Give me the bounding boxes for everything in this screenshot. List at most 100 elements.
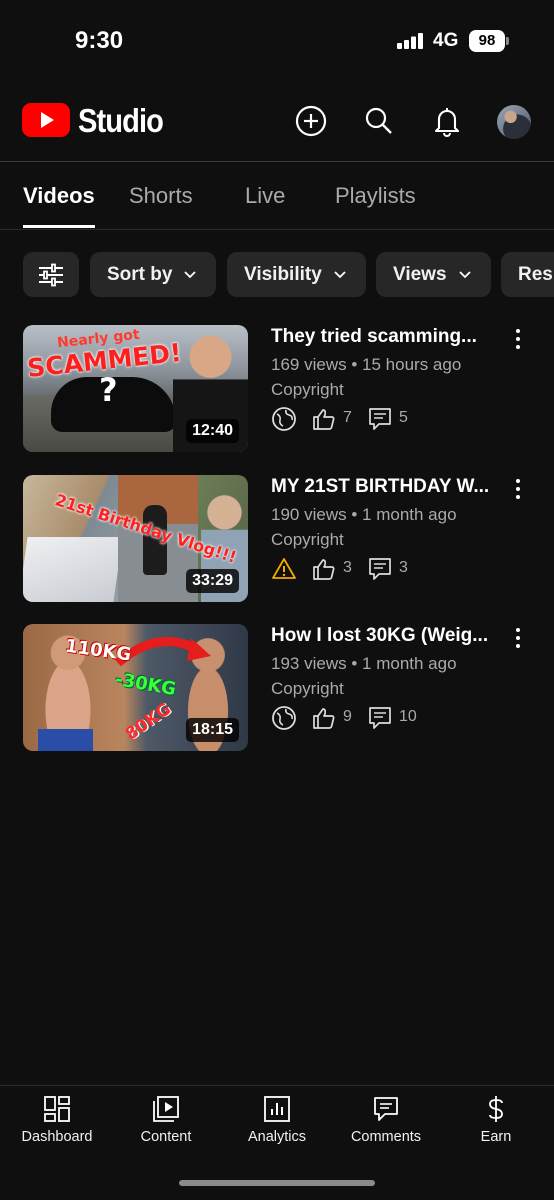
analytics-icon (264, 1096, 290, 1122)
video-meta: 190 views • 1 month ago (271, 505, 457, 525)
tab-shorts[interactable]: Shorts (129, 183, 193, 209)
earn-icon (489, 1096, 503, 1122)
nav-dashboard[interactable]: Dashboard (2, 1086, 112, 1156)
globe-icon (272, 706, 296, 730)
battery-icon: 98 (469, 30, 509, 52)
video-meta: 193 views • 1 month ago (271, 654, 457, 674)
tabs-divider (0, 229, 554, 230)
thumbnail-caption: -30KG (113, 668, 178, 701)
nav-content[interactable]: Content (111, 1086, 221, 1156)
more-options-icon[interactable] (510, 627, 526, 649)
tab-live[interactable]: Live (245, 183, 285, 209)
comment-icon (369, 558, 391, 580)
notifications-icon[interactable] (431, 105, 463, 137)
nav-label: Earn (480, 1129, 512, 1145)
comments-icon (374, 1097, 398, 1121)
video-duration: 18:15 (186, 718, 239, 742)
more-options-icon[interactable] (510, 478, 526, 500)
views-label: Views (393, 263, 447, 285)
nav-analytics[interactable]: Analytics (222, 1086, 332, 1156)
content-icon (153, 1096, 179, 1122)
nav-comments[interactable]: Comments (331, 1086, 441, 1156)
warning-icon (272, 558, 296, 579)
sort-by-chip[interactable]: Sort by (90, 252, 216, 297)
video-restriction: Copyright (271, 679, 344, 698)
globe-icon (272, 407, 296, 431)
video-title[interactable]: MY 21ST BIRTHDAY W... (271, 476, 503, 498)
signal-icon (397, 33, 423, 49)
video-restriction: Copyright (271, 530, 344, 549)
views-chip[interactable]: Views (376, 252, 491, 297)
video-thumbnail[interactable]: Nearly got SCAMMED! ? 12:40 (23, 325, 248, 452)
like-count: 3 (343, 559, 352, 576)
content-tabs: Videos Shorts Live Playlists (0, 162, 554, 229)
restrictions-chip[interactable]: Res (501, 252, 554, 297)
video-thumbnail[interactable]: 110KG -30KG 80KG 18:15 (23, 624, 248, 751)
avatar[interactable] (497, 105, 531, 139)
video-duration: 33:29 (186, 569, 239, 593)
video-views: 169 views (271, 355, 347, 374)
nav-label: Content (140, 1129, 192, 1145)
video-row[interactable]: Nearly got SCAMMED! ? 12:40 They tried s… (0, 325, 554, 453)
comment-count: 10 (399, 708, 417, 725)
app-name: Studio (78, 102, 164, 139)
video-views: 190 views (271, 505, 347, 524)
thumbnail-caption: 80KG (121, 699, 175, 745)
like-count: 9 (343, 708, 352, 725)
restrictions-label: Res (518, 263, 553, 285)
nav-label: Dashboard (21, 1129, 93, 1145)
dashboard-icon (44, 1096, 70, 1122)
video-title[interactable]: How I lost 30KG (Weig... (271, 625, 503, 647)
tab-playlists[interactable]: Playlists (335, 183, 416, 209)
video-row[interactable]: 21st Birthday Vlog!!! 33:29 MY 21ST BIRT… (0, 475, 554, 603)
thumbs-up-icon (313, 708, 335, 729)
thumbs-up-icon (313, 409, 335, 430)
video-thumbnail[interactable]: 21st Birthday Vlog!!! 33:29 (23, 475, 248, 602)
comment-count: 3 (399, 559, 408, 576)
thumbnail-caption: ? (99, 371, 118, 409)
thumbs-up-icon (313, 559, 335, 580)
video-views: 193 views (271, 654, 347, 673)
video-meta: 169 views • 15 hours ago (271, 355, 461, 375)
chevron-down-icon (458, 270, 471, 278)
filter-bar: Sort by Visibility Views Res (0, 252, 554, 298)
video-stats: 3 3 (271, 556, 471, 582)
like-count: 7 (343, 409, 352, 426)
meta-separator: • (351, 505, 363, 524)
video-age: 15 hours ago (362, 355, 462, 374)
status-bar: 9:30 4G 98 (0, 0, 554, 80)
home-indicator[interactable] (179, 1180, 375, 1186)
video-stats: 7 5 (271, 406, 471, 432)
youtube-logo-icon[interactable] (22, 103, 70, 137)
video-restriction: Copyright (271, 380, 344, 399)
filter-sliders-icon[interactable] (23, 252, 79, 297)
create-icon[interactable] (295, 105, 327, 137)
nav-label: Comments (350, 1129, 422, 1145)
chevron-down-icon (334, 270, 346, 278)
comment-count: 5 (399, 409, 408, 426)
tab-videos[interactable]: Videos (23, 183, 95, 209)
meta-separator: • (351, 355, 363, 374)
video-duration: 12:40 (186, 419, 239, 443)
chevron-down-icon (184, 270, 197, 278)
video-stats: 9 10 (271, 705, 471, 731)
video-title[interactable]: They tried scamming... (271, 326, 503, 348)
app-header: Studio (0, 95, 554, 153)
status-time: 9:30 (75, 27, 124, 54)
sort-by-label: Sort by (107, 263, 173, 285)
battery-level: 98 (469, 30, 505, 52)
video-age: 1 month ago (362, 654, 457, 673)
visibility-label: Visibility (244, 263, 322, 285)
active-tab-indicator (23, 225, 95, 228)
video-row[interactable]: 110KG -30KG 80KG 18:15 How I lost 30KG (… (0, 624, 554, 752)
search-icon[interactable] (363, 105, 395, 137)
meta-separator: • (351, 654, 363, 673)
nav-earn[interactable]: Earn (441, 1086, 551, 1156)
network-type: 4G (433, 30, 459, 51)
comment-icon (369, 408, 391, 430)
more-options-icon[interactable] (510, 328, 526, 350)
nav-label: Analytics (247, 1129, 307, 1145)
visibility-chip[interactable]: Visibility (227, 252, 366, 297)
comment-icon (369, 707, 391, 729)
video-age: 1 month ago (362, 505, 457, 524)
